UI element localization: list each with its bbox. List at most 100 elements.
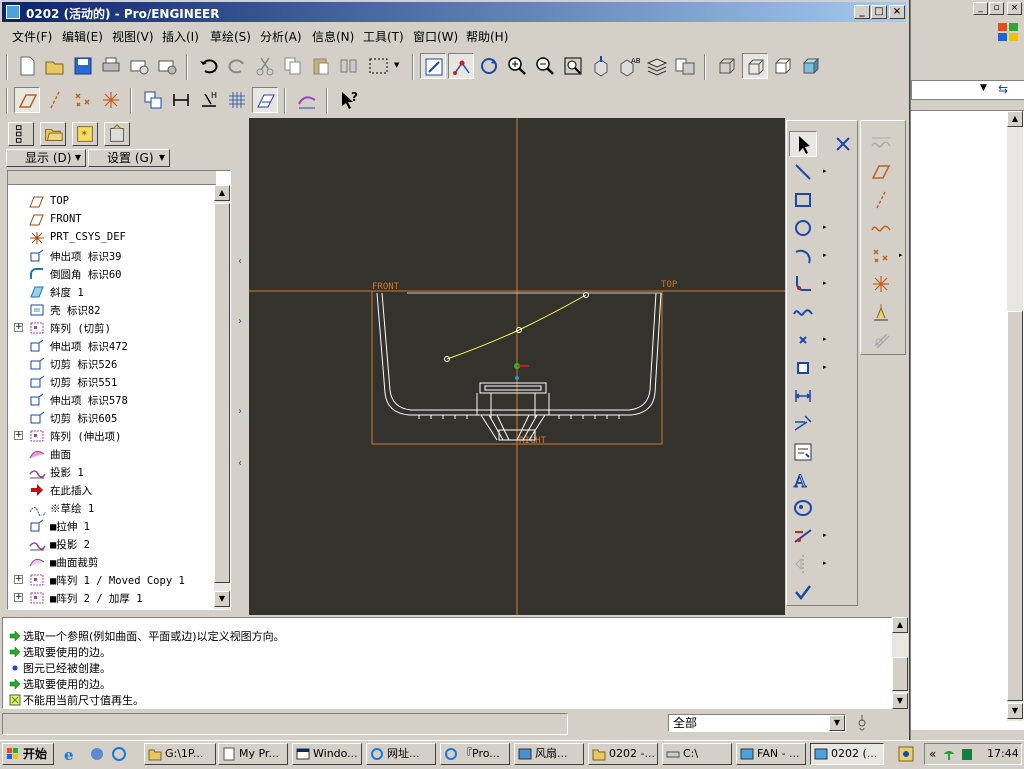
scroll-up-icon[interactable]: ▲ (892, 617, 908, 633)
line-tool-icon[interactable]: ▸ (789, 159, 827, 185)
scroll-thumb[interactable] (214, 203, 230, 583)
new-file-icon[interactable] (14, 53, 40, 79)
browser-quicklaunch-icon[interactable] (110, 744, 128, 764)
bg-close-button[interactable]: × (1007, 2, 1022, 15)
collapse-left-icon[interactable]: ‹ (238, 256, 242, 267)
dimension-tool-icon[interactable] (789, 383, 817, 409)
sketch-view-icon[interactable] (252, 87, 278, 113)
input-method-icon[interactable] (896, 744, 918, 764)
model-viewport[interactable]: FRONT TOP RIGHT (249, 118, 785, 615)
tree-item[interactable]: + 阵列 (伸出项) (8, 427, 216, 445)
tree-item[interactable]: + ■阵列 1 / Moved Copy 1 (8, 571, 216, 589)
expand-toggle[interactable]: + (14, 575, 23, 584)
scroll-down-icon[interactable]: ▼ (214, 591, 230, 607)
refit-icon[interactable] (560, 53, 586, 79)
done-sketch-icon[interactable] (789, 579, 817, 605)
ie-quicklaunch-icon[interactable]: e (62, 744, 80, 764)
menu-sketch[interactable]: 草绘(S) (210, 28, 251, 45)
analysis-tool-icon[interactable] (867, 299, 895, 325)
chevron-down-icon[interactable]: ▼ (980, 83, 987, 93)
bg-scrollbar[interactable]: ▲ ▼ (1007, 111, 1023, 721)
arc-tool-icon[interactable]: ▸ (789, 243, 827, 269)
scroll-thumb[interactable] (892, 657, 908, 691)
rectangle-tool-icon[interactable] (789, 187, 817, 213)
dimension-display-icon[interactable] (168, 87, 194, 113)
model-tree-tab[interactable] (8, 122, 34, 146)
modify-tool-icon[interactable] (789, 411, 817, 437)
media-quicklaunch-icon[interactable] (88, 744, 106, 764)
send-mail-icon[interactable] (126, 53, 152, 79)
network-icon[interactable] (941, 746, 957, 762)
csys-display-icon[interactable] (98, 87, 124, 113)
tree-item[interactable]: PRT_CSYS_DEF (8, 229, 216, 247)
saved-views-icon[interactable]: AB (616, 53, 642, 79)
offset-tool-icon[interactable] (867, 327, 895, 353)
menu-window[interactable]: 窗口(W) (413, 28, 458, 45)
folder-browser-tab[interactable] (40, 122, 66, 146)
scroll-up-icon[interactable]: ▲ (1007, 111, 1023, 127)
message-scrollbar[interactable]: ▲ ▼ (892, 617, 908, 709)
display-vertices-icon[interactable] (448, 53, 474, 79)
tree-item[interactable]: 投影 1 (8, 463, 216, 481)
tree-item[interactable]: 曲面 (8, 445, 216, 463)
bg-address-bar[interactable]: ▼ ⇆ (911, 80, 1024, 100)
taskbar-item-c-drive[interactable]: C:\ (662, 743, 732, 765)
tree-item[interactable]: 伸出项 标识39 (8, 247, 216, 265)
menu-help[interactable]: 帮助(H) (466, 28, 508, 45)
taskbar-item-0202-folder[interactable]: 0202 -... (588, 743, 658, 765)
smart-filter-icon[interactable] (854, 713, 870, 733)
no-hidden-icon[interactable] (770, 53, 796, 79)
scroll-thumb[interactable] (1007, 311, 1023, 701)
cancel-sketch-icon[interactable] (829, 131, 857, 157)
settings-menu-button[interactable]: 设置 (G) ▼ (88, 149, 170, 167)
tree-item[interactable]: ■投影 2 (8, 535, 216, 553)
tree-item[interactable]: 壳 标识82 (8, 301, 216, 319)
selection-filter[interactable]: 全部 ▼ (668, 714, 846, 732)
trim-tool-icon[interactable]: ▸ (789, 523, 827, 549)
taskbar-item-browser[interactable]: 网址... (366, 743, 436, 765)
cut-icon[interactable] (252, 53, 278, 79)
tree-item[interactable]: 切剪 标识526 (8, 355, 216, 373)
menu-edit[interactable]: 编辑(E) (62, 28, 103, 45)
constraint-display-icon[interactable]: H (196, 87, 222, 113)
grid-display-icon[interactable] (224, 87, 250, 113)
tree-item[interactable]: 切剪 标识551 (8, 373, 216, 391)
datum-plane-tool-icon[interactable] (867, 159, 895, 185)
sketch-orientation-icon[interactable] (420, 53, 446, 79)
menu-file[interactable]: 文件(F) (12, 28, 52, 45)
menu-analysis[interactable]: 分析(A) (260, 28, 302, 45)
tree-item[interactable]: 斜度 1 (8, 283, 216, 301)
copy-icon[interactable] (280, 53, 306, 79)
spline-tool-icon[interactable] (789, 299, 817, 325)
undo-icon[interactable] (196, 53, 222, 79)
use-edge-tool-icon[interactable]: ▸ (789, 355, 827, 381)
start-button[interactable]: 开始 (2, 743, 54, 765)
menu-view[interactable]: 视图(V) (112, 28, 154, 45)
tree-item[interactable]: + ■阵列 2 / 加厚 1 (8, 589, 216, 607)
taskbar-item-0202-active[interactable]: 0202 (... (810, 743, 884, 765)
open-file-icon[interactable] (42, 53, 68, 79)
view-manager-icon[interactable] (672, 53, 698, 79)
hidden-line-icon[interactable] (742, 53, 768, 79)
tree-item[interactable]: ■曲面裁剪 (8, 553, 216, 571)
taskbar-item-windows[interactable]: Windo... (292, 743, 362, 765)
tree-item[interactable]: ※草绘 1 (8, 499, 216, 517)
tree-scrollbar[interactable]: ▲ ▼ (214, 185, 230, 609)
datum-csys-tool-icon[interactable] (867, 271, 895, 297)
constraints-tool-icon[interactable] (789, 439, 817, 465)
text-tool-icon[interactable]: A (789, 467, 817, 493)
taskbar-item-my-pro[interactable]: My Pr... (218, 743, 288, 765)
regenerate-icon[interactable] (336, 53, 362, 79)
paste-icon[interactable] (308, 53, 334, 79)
panel-splitter[interactable]: ‹ › › ‹ (236, 118, 248, 613)
mirror-tool-icon[interactable]: ▸ (789, 551, 827, 577)
favorites-tab[interactable]: * (72, 122, 98, 146)
status-tray-icon[interactable] (959, 746, 975, 762)
tray-expand-icon[interactable]: « (929, 744, 936, 764)
tree-item[interactable]: 倒圆角 标识60 (8, 265, 216, 283)
palette-tool-icon[interactable] (789, 495, 817, 521)
scroll-down-icon[interactable]: ▼ (892, 693, 908, 709)
shading-icon[interactable] (798, 53, 824, 79)
graphics-window[interactable]: FRONT TOP RIGHT (249, 118, 785, 615)
redo-icon[interactable] (224, 53, 250, 79)
